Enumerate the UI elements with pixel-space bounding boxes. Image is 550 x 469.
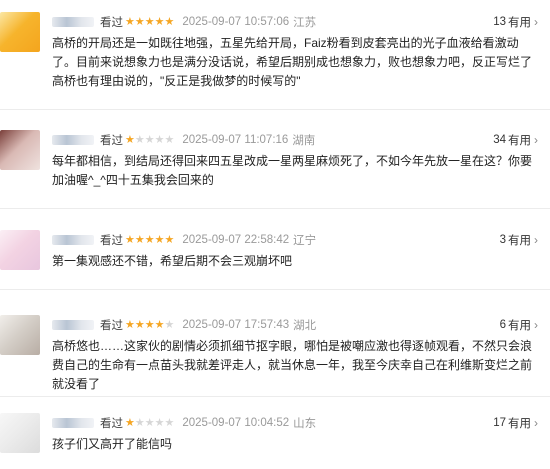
star-filled-icon: ★ <box>125 318 135 331</box>
star-filled-icon: ★ <box>154 318 165 331</box>
useful-count: 17 <box>493 417 506 429</box>
divider <box>0 109 550 110</box>
star-empty-icon: ★ <box>154 416 165 429</box>
divider <box>0 208 550 209</box>
avatar[interactable] <box>0 413 40 453</box>
avatar[interactable] <box>0 315 40 355</box>
star-empty-icon: ★ <box>164 318 175 331</box>
rating-stars: ★ ★ ★ ★ ★ <box>125 15 175 28</box>
review-content: 每年都相信，到结局还得回来四五星改成一星两星麻烦死了，不如今年先放一星在这？你要… <box>52 154 533 187</box>
chevron-right-icon: › <box>534 15 538 29</box>
review-time: 2025-09-07 10:04:52 <box>182 417 290 429</box>
review-location: 湖南 <box>292 135 316 147</box>
avatar[interactable] <box>0 230 40 270</box>
star-filled-icon: ★ <box>125 15 135 28</box>
review-item: 看过 ★ ★ ★ ★ ★ 2025-09-07 17:57:43 湖北 6 有用 › 高… <box>0 315 550 391</box>
comment-list: 看过 ★ ★ ★ ★ ★ 2025-09-07 10:57:06 江苏 13 有用 › … <box>0 0 550 469</box>
star-filled-icon: ★ <box>164 233 175 246</box>
username[interactable] <box>52 418 94 428</box>
useful-button[interactable]: 6 有用 › <box>500 315 538 335</box>
username[interactable] <box>52 17 94 27</box>
star-empty-icon: ★ <box>134 133 145 146</box>
useful-button[interactable]: 3 有用 › <box>500 230 538 250</box>
divider <box>0 396 550 397</box>
review-location: 江苏 <box>293 17 317 29</box>
useful-label: 有用 <box>508 235 531 247</box>
watched-label: 看过 <box>100 320 123 332</box>
review-item: 看过 ★ ★ ★ ★ ★ 2025-09-07 11:07:16 湖南 34 有用 › … <box>0 130 550 200</box>
useful-label: 有用 <box>508 418 531 430</box>
review-location: 辽宁 <box>293 235 317 247</box>
review-location: 山东 <box>293 418 317 430</box>
star-empty-icon: ★ <box>164 416 175 429</box>
star-empty-icon: ★ <box>154 133 165 146</box>
useful-count: 13 <box>493 16 506 28</box>
star-filled-icon: ★ <box>134 233 145 246</box>
chevron-right-icon: › <box>534 233 538 247</box>
useful-count: 3 <box>499 234 506 246</box>
star-filled-icon: ★ <box>134 318 145 331</box>
useful-count: 6 <box>499 319 506 331</box>
star-filled-icon: ★ <box>154 15 165 28</box>
review-time: 2025-09-07 17:57:43 <box>182 319 290 331</box>
review-time: 2025-09-07 10:57:06 <box>182 16 290 28</box>
review-meta: 看过 ★ ★ ★ ★ ★ 2025-09-07 10:04:52 山东 <box>52 413 316 433</box>
star-empty-icon: ★ <box>164 133 175 146</box>
review-meta: 看过 ★ ★ ★ ★ ★ 2025-09-07 17:57:43 湖北 <box>52 315 316 335</box>
useful-label: 有用 <box>508 320 531 332</box>
star-empty-icon: ★ <box>144 133 155 146</box>
rating-stars: ★ ★ ★ ★ ★ <box>125 318 175 331</box>
review-item: 看过 ★ ★ ★ ★ ★ 2025-09-07 10:04:52 山东 17 有用 › … <box>0 413 550 463</box>
review-meta: 看过 ★ ★ ★ ★ ★ 2025-09-07 22:58:42 辽宁 <box>52 230 316 250</box>
review-content: 第一集观感还不错，希望后期不会三观崩坏吧 <box>52 254 293 268</box>
username[interactable] <box>52 235 94 245</box>
review-content: 高桥悠也……这家伙的剧情必须抓细节抠字眼，哪怕是被嘲应激也得逐帧观看，不然只会浪… <box>52 339 533 391</box>
star-empty-icon: ★ <box>144 416 155 429</box>
star-filled-icon: ★ <box>154 233 165 246</box>
useful-button[interactable]: 34 有用 › <box>493 130 538 150</box>
review-meta: 看过 ★ ★ ★ ★ ★ 2025-09-07 11:07:16 湖南 <box>52 130 315 150</box>
rating-stars: ★ ★ ★ ★ ★ <box>125 233 175 246</box>
useful-label: 有用 <box>508 135 531 147</box>
chevron-right-icon: › <box>534 133 538 147</box>
watched-label: 看过 <box>100 135 123 147</box>
review-content: 高桥的开局还是一如既往地强，五星先给开局，Faiz粉看到皮套亮出的光子血液给看激… <box>52 36 533 88</box>
username[interactable] <box>52 320 94 330</box>
rating-stars: ★ ★ ★ ★ ★ <box>125 416 175 429</box>
star-empty-icon: ★ <box>134 416 145 429</box>
useful-count: 34 <box>493 134 506 146</box>
star-filled-icon: ★ <box>144 318 155 331</box>
useful-label: 有用 <box>508 17 531 29</box>
avatar[interactable] <box>0 130 40 170</box>
star-filled-icon: ★ <box>125 416 135 429</box>
review-item: 看过 ★ ★ ★ ★ ★ 2025-09-07 22:58:42 辽宁 3 有用 › 第… <box>0 230 550 280</box>
review-time: 2025-09-07 22:58:42 <box>182 234 290 246</box>
star-filled-icon: ★ <box>164 15 175 28</box>
chevron-right-icon: › <box>534 318 538 332</box>
username[interactable] <box>52 135 94 145</box>
review-meta: 看过 ★ ★ ★ ★ ★ 2025-09-07 10:57:06 江苏 <box>52 12 316 32</box>
rating-stars: ★ ★ ★ ★ ★ <box>125 133 175 146</box>
avatar[interactable] <box>0 12 40 52</box>
review-location: 湖北 <box>293 320 317 332</box>
review-content: 孩子们又高开了能信吗 <box>52 437 173 451</box>
watched-label: 看过 <box>100 235 123 247</box>
star-filled-icon: ★ <box>144 233 155 246</box>
divider <box>0 289 550 290</box>
review-time: 2025-09-07 11:07:16 <box>182 134 289 146</box>
watched-label: 看过 <box>100 17 123 29</box>
useful-button[interactable]: 17 有用 › <box>493 413 538 433</box>
star-filled-icon: ★ <box>144 15 155 28</box>
useful-button[interactable]: 13 有用 › <box>493 12 538 32</box>
chevron-right-icon: › <box>534 416 538 430</box>
star-filled-icon: ★ <box>125 233 135 246</box>
star-filled-icon: ★ <box>125 133 135 146</box>
watched-label: 看过 <box>100 418 123 430</box>
star-filled-icon: ★ <box>134 15 145 28</box>
review-item: 看过 ★ ★ ★ ★ ★ 2025-09-07 10:57:06 江苏 13 有用 › … <box>0 12 550 88</box>
